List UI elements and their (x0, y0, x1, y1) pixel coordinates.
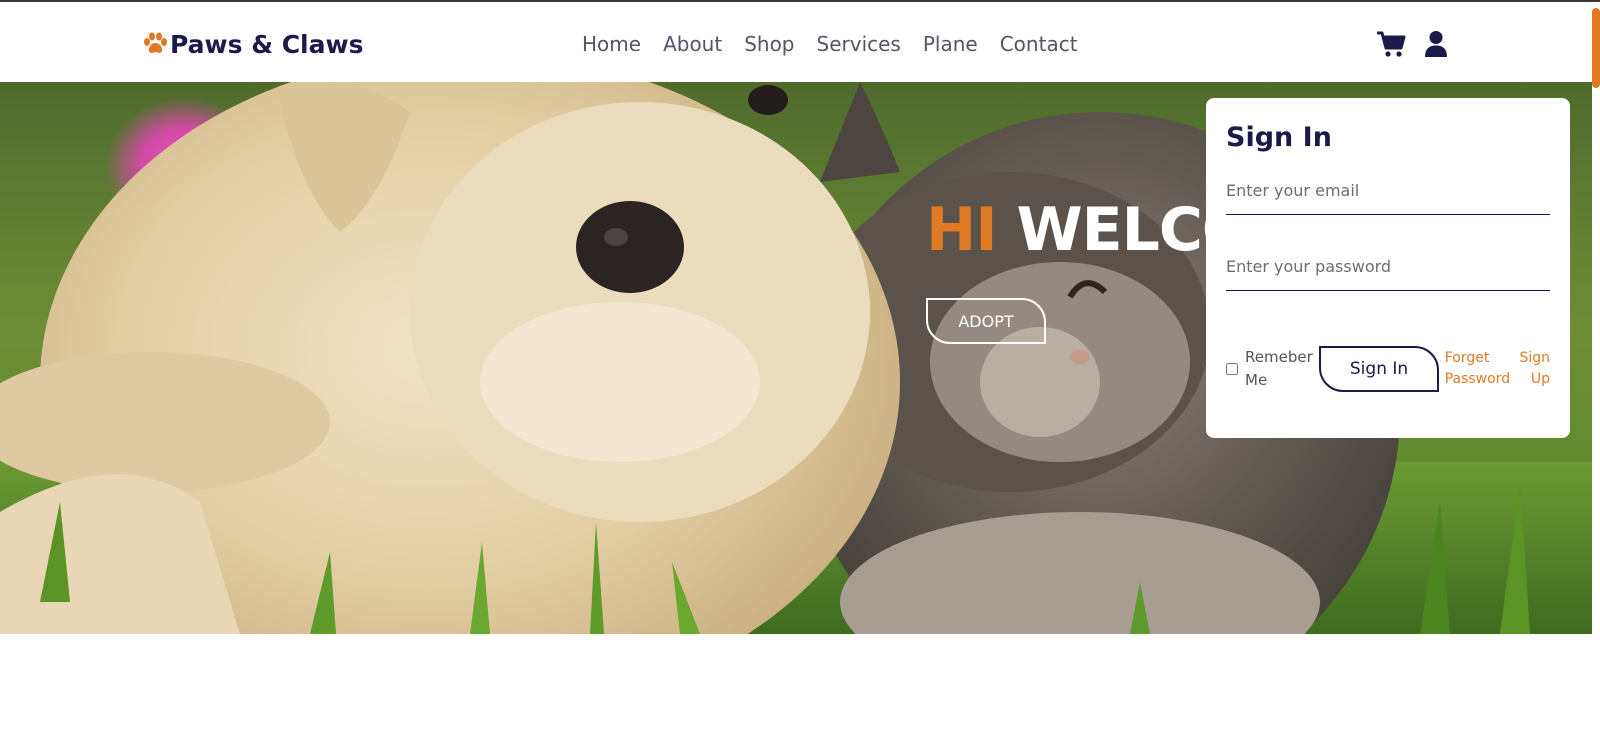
brand-name: Paws & Claws (170, 29, 364, 59)
cart-icon[interactable] (1376, 30, 1406, 58)
scrollbar-thumb[interactable] (1592, 8, 1600, 88)
signin-actions: Remeber Me Sign In Forget Password Sign … (1226, 346, 1550, 392)
remember-checkbox[interactable] (1226, 363, 1238, 375)
adopt-button[interactable]: ADOPT (926, 298, 1046, 344)
nav-plane[interactable]: Plane (923, 32, 978, 56)
signin-card: Sign In Remeber Me Sign In Forget Passwo… (1206, 98, 1570, 438)
remember-label: Remeber Me (1245, 348, 1313, 389)
navbar: Paws & Claws Home About Shop Services Pl… (0, 2, 1592, 82)
user-icon[interactable] (1424, 30, 1448, 58)
logo[interactable]: Paws & Claws (142, 26, 363, 62)
forgot-password-link[interactable]: Forget Password (1445, 348, 1510, 390)
paw-icon (144, 32, 167, 54)
nav-services[interactable]: Services (817, 32, 901, 56)
remember-me[interactable]: Remeber Me (1226, 346, 1321, 392)
nav-contact[interactable]: Contact (1000, 32, 1078, 56)
signin-title: Sign In (1226, 122, 1332, 153)
password-field[interactable] (1226, 251, 1550, 291)
nav-icons (1376, 26, 1448, 62)
auth-links: Forget Password Sign Up (1445, 348, 1550, 390)
hero-title-hi: HI (926, 195, 998, 265)
signin-button[interactable]: Sign In (1319, 346, 1439, 392)
signup-link[interactable]: Sign Up (1506, 348, 1550, 390)
nav-shop[interactable]: Shop (744, 32, 794, 56)
email-field[interactable] (1226, 175, 1550, 215)
nav-about[interactable]: About (663, 32, 722, 56)
nav-home[interactable]: Home (582, 32, 641, 56)
main-nav: Home About Shop Services Plane Contact (582, 26, 1078, 62)
